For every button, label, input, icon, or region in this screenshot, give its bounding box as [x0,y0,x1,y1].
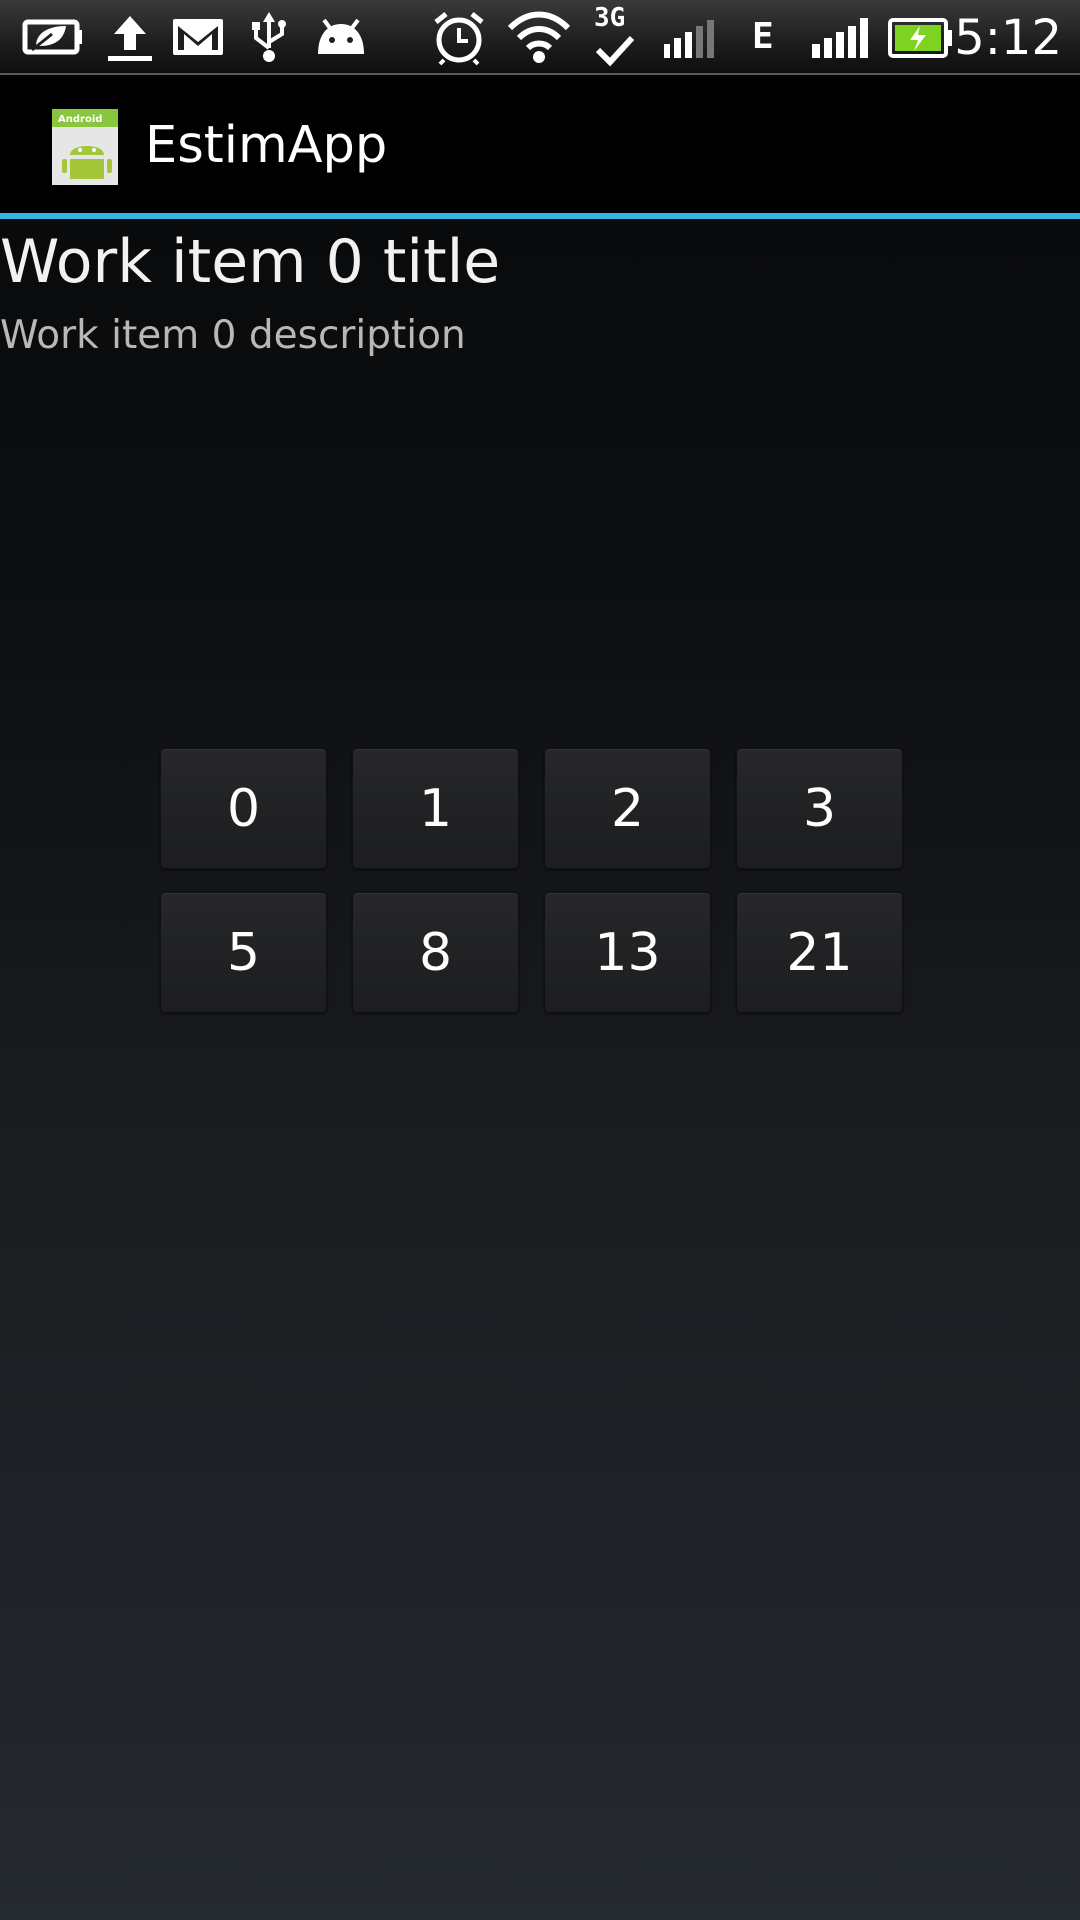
estimate-button-0[interactable]: 0 [160,748,327,869]
estimate-button-1[interactable]: 1 [352,748,519,869]
estimate-button-13[interactable]: 13 [544,892,711,1013]
usb-icon [252,12,286,62]
3g-sync-icon: 3G [592,4,638,70]
android-app-icon[interactable]: Android [50,107,120,187]
work-item-title: Work item 0 title [0,227,501,297]
gmail-icon [173,19,223,55]
battery-charging-icon [888,18,952,58]
estimate-button-3[interactable]: 3 [736,748,903,869]
status-time: 5:12 [954,10,1062,66]
alarm-icon [434,12,484,66]
android-debug-icon [318,18,364,54]
estimate-button-5[interactable]: 5 [160,892,327,1013]
network-3g-label: 3G [594,3,626,33]
status-bar: 3G E 5:12 [0,0,1080,75]
signal-strength-icon [812,18,868,58]
battery-saver-icon [22,19,82,55]
action-bar: Android EstimApp [0,75,1080,213]
estimate-button-8[interactable]: 8 [352,892,519,1013]
app-screen: 3G E 5:12 Android EstimApp Work item 0 t… [0,0,1080,1920]
estimate-buttons-grid: 0 1 2 3 5 8 13 21 [160,748,904,1013]
estimate-button-2[interactable]: 2 [544,748,711,869]
app-title: EstimApp [145,116,388,175]
estimate-button-21[interactable]: 21 [736,892,903,1013]
signal-icon [664,20,714,58]
app-icon-label: Android [58,114,102,125]
action-bar-divider [0,213,1080,219]
upload-icon [108,16,152,61]
edge-icon: E [752,16,774,57]
work-item-description: Work item 0 description [0,313,466,358]
wifi-icon [507,11,571,63]
